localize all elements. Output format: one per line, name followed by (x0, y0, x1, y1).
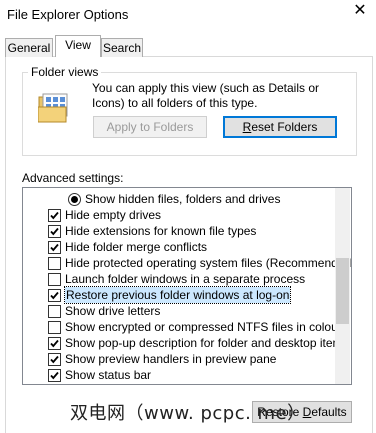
checkmark-icon (50, 227, 59, 236)
settings-row[interactable]: Hide extensions for known file types (23, 223, 335, 239)
settings-row-label: Show hidden files, folders and drives (85, 192, 281, 206)
settings-row[interactable]: Show status bar (23, 367, 335, 383)
radio-dot (71, 196, 78, 203)
reset-folders-button[interactable]: Reset Folders (223, 116, 337, 138)
folder-views-description: You can apply this view (such as Details… (92, 81, 320, 110)
settings-row-label: Hide empty drives (65, 208, 162, 222)
checkbox[interactable] (48, 337, 61, 350)
checkbox[interactable] (48, 273, 61, 286)
title-bar: File Explorer Options ✕ (0, 0, 376, 32)
tab-view[interactable]: View (55, 35, 101, 57)
scrollbar-thumb[interactable] (336, 258, 349, 324)
folder-views-icon (37, 93, 70, 123)
advanced-settings-scrollbar[interactable] (335, 188, 350, 384)
checkmark-icon (50, 291, 59, 300)
settings-row-label: Restore previous folder windows at log-o… (63, 286, 292, 304)
checkmark-icon (50, 243, 59, 252)
checkmark-icon (50, 211, 59, 220)
restore-defaults-label-rest: efaults (311, 405, 347, 419)
checkbox[interactable] (48, 305, 61, 318)
checkmark-icon (50, 371, 59, 380)
settings-row-label: Show drive letters (65, 304, 161, 318)
window-title: File Explorer Options (7, 7, 129, 22)
tab-search[interactable]: Search (101, 38, 143, 57)
settings-row-label: Show preview handlers in preview pane (65, 352, 277, 366)
checkmark-icon (50, 355, 59, 364)
tab-general[interactable]: General (5, 38, 53, 57)
advanced-settings-label: Advanced settings: (22, 171, 124, 185)
watermark: 双电网（www. pcpc. me） (70, 403, 306, 424)
settings-row-label: Hide folder merge conflicts (65, 240, 208, 254)
checkmark-icon (50, 339, 59, 348)
settings-row-label: Launch folder windows in a separate proc… (65, 272, 306, 286)
settings-row[interactable]: Show drive letters (23, 303, 335, 319)
checkbox[interactable] (48, 257, 61, 270)
checkbox[interactable] (48, 289, 61, 302)
settings-row[interactable]: Show preview handlers in preview pane (23, 351, 335, 367)
settings-row-label: Hide protected operating system files (R… (65, 256, 352, 270)
checkbox[interactable] (48, 321, 61, 334)
checkbox[interactable] (48, 369, 61, 382)
settings-row-label: Hide extensions for known file types (65, 224, 257, 238)
settings-row[interactable]: Show pop-up description for folder and d… (23, 335, 349, 351)
settings-row[interactable]: Restore previous folder windows at log-o… (23, 286, 335, 304)
settings-row[interactable]: Hide protected operating system files (R… (23, 255, 351, 271)
checkbox[interactable] (48, 209, 61, 222)
settings-row[interactable]: Show encrypted or compressed NTFS files … (23, 319, 342, 335)
apply-to-folders-button[interactable]: Apply to Folders (93, 116, 207, 138)
settings-row-label: Show encrypted or compressed NTFS files … (65, 320, 342, 334)
settings-row-label: Show pop-up description for folder and d… (65, 336, 349, 350)
reset-folders-label-accel: R (242, 120, 252, 134)
settings-row-label: Show status bar (65, 368, 152, 382)
checkbox[interactable] (48, 353, 61, 366)
settings-row[interactable]: Launch folder windows in a separate proc… (23, 271, 335, 287)
reset-folders-label-rest: eset Folders (251, 120, 318, 134)
checkbox[interactable] (48, 241, 61, 254)
settings-row[interactable]: Show hidden files, folders and drives (23, 191, 335, 207)
folder-views-legend: Folder views (28, 65, 102, 79)
checkbox[interactable] (48, 225, 61, 238)
radio-button[interactable] (68, 193, 81, 206)
settings-row[interactable]: Hide empty drives (23, 207, 335, 223)
settings-row[interactable]: Hide folder merge conflicts (23, 239, 335, 255)
close-icon[interactable]: ✕ (352, 0, 368, 20)
advanced-settings-list[interactable]: Show hidden files, folders and drives Hid… (22, 187, 352, 385)
